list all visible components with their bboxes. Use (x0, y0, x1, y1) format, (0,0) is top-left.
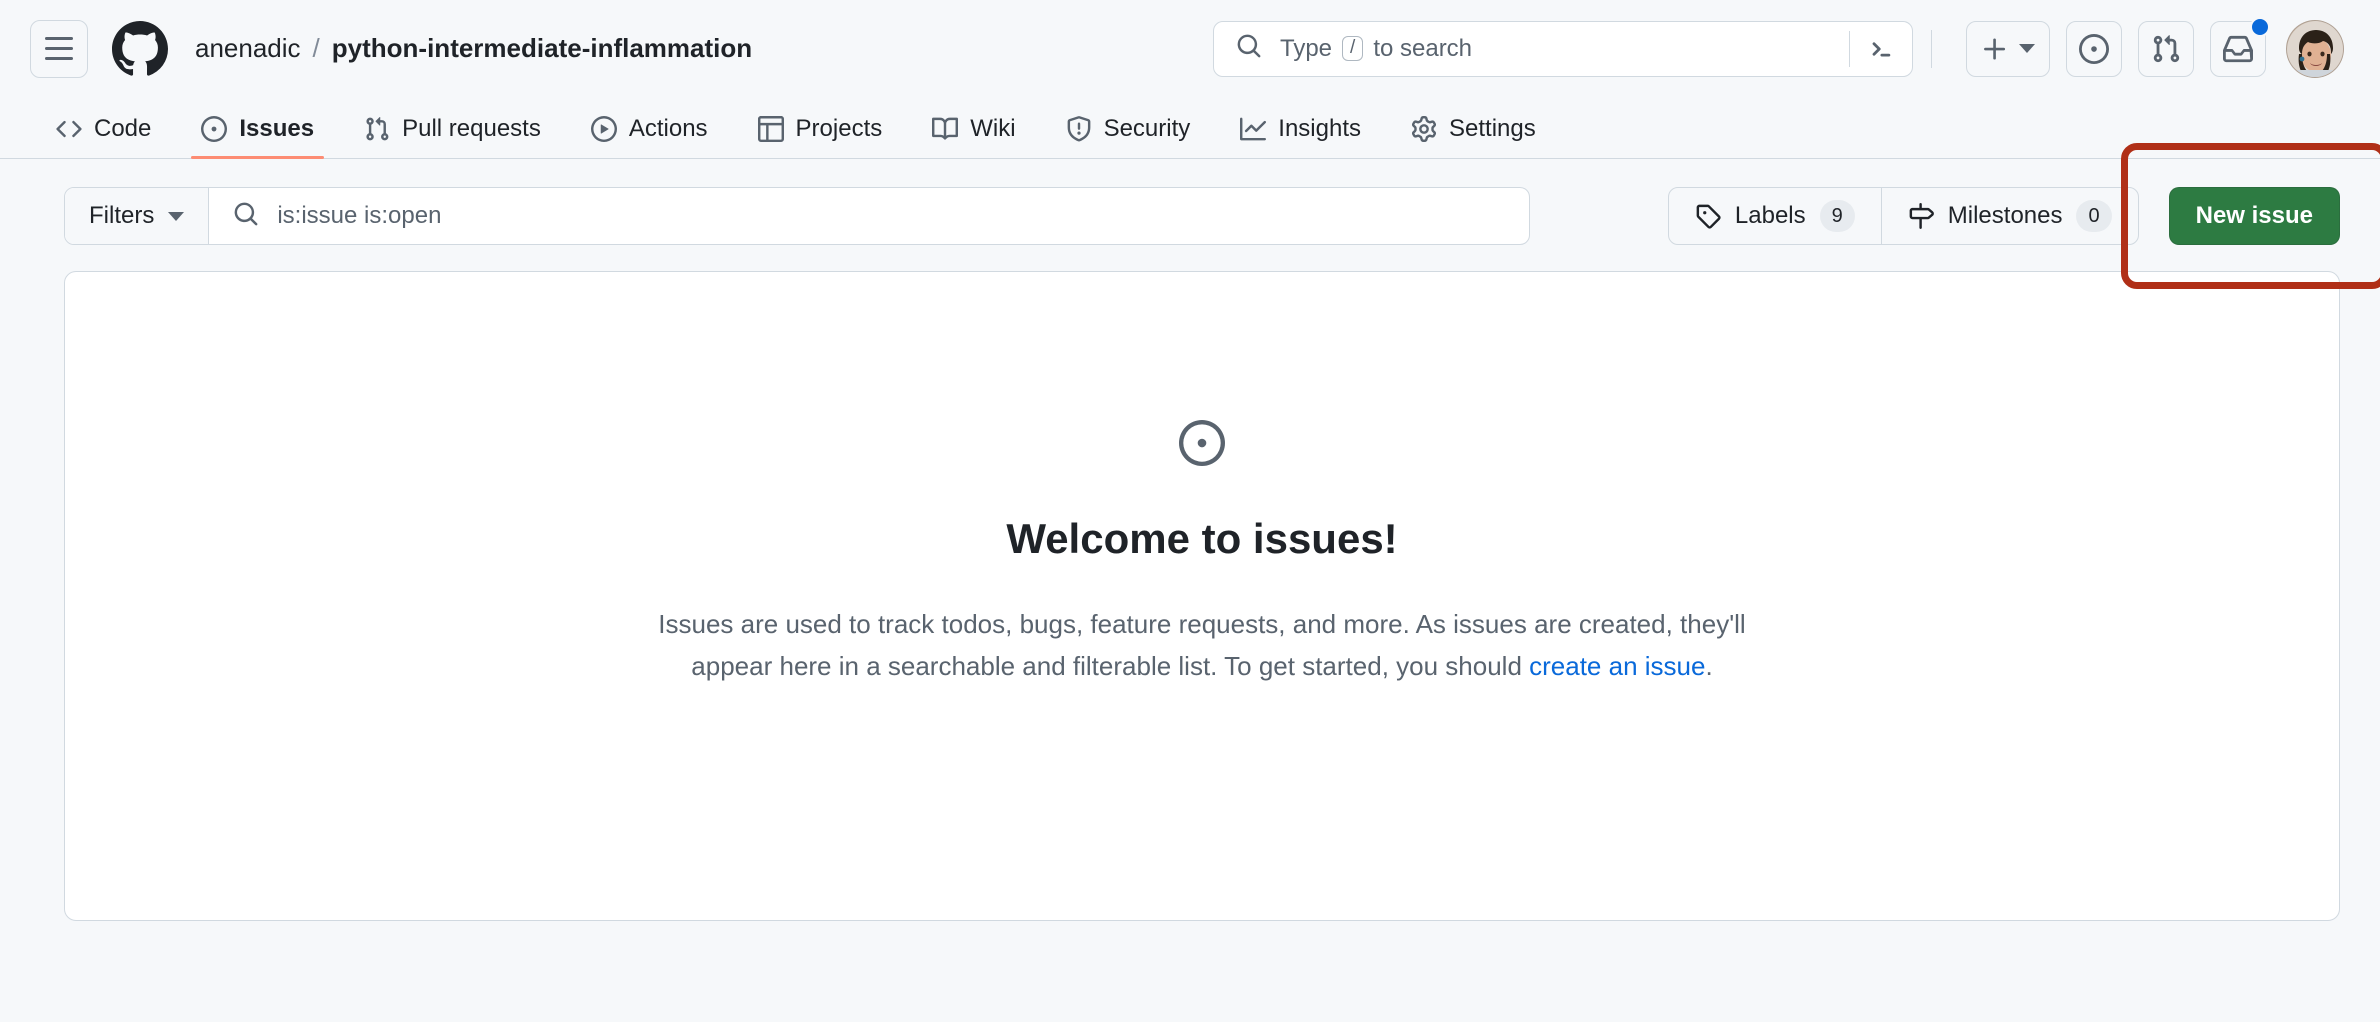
milestones-count: 0 (2076, 200, 2111, 232)
your-issues-button[interactable] (2066, 21, 2122, 77)
notification-unread-indicator (2250, 17, 2270, 37)
milestones-button[interactable]: Milestones 0 (1881, 188, 2138, 244)
avatar[interactable] (2286, 20, 2344, 78)
chevron-down-icon (168, 212, 184, 221)
filters-dropdown-button[interactable]: Filters (65, 188, 209, 244)
empty-state-line2-suffix: . (1705, 651, 1712, 681)
create-an-issue-link[interactable]: create an issue (1529, 651, 1705, 681)
new-issue-wrapper: New issue (2169, 187, 2340, 245)
issues-toolbar: Filters is:issue is:open Labels 9 (0, 159, 2380, 245)
git-pull-request-icon (2151, 34, 2181, 64)
code-icon (56, 116, 82, 142)
tab-insights[interactable]: Insights (1222, 115, 1379, 158)
labels-button[interactable]: Labels 9 (1669, 188, 1881, 244)
tab-projects[interactable]: Projects (740, 115, 901, 158)
hamburger-icon-bar (45, 47, 73, 50)
tab-wiki[interactable]: Wiki (914, 115, 1033, 158)
tab-code[interactable]: Code (38, 115, 169, 158)
search-icon (1236, 33, 1262, 64)
tab-label: Wiki (970, 115, 1015, 143)
repo-navigation: Code Issues Pull requests Actions Projec… (0, 97, 2380, 159)
inbox-icon (2223, 34, 2253, 64)
shield-icon (1066, 116, 1092, 142)
tab-label: Actions (629, 115, 708, 143)
labels-milestones-group: Labels 9 Milestones 0 (1668, 187, 2139, 245)
tab-label: Issues (239, 115, 314, 143)
new-issue-button[interactable]: New issue (2169, 187, 2340, 245)
play-icon (591, 116, 617, 142)
issue-opened-icon (201, 116, 227, 142)
milestone-icon (1908, 203, 1934, 229)
search-icon (233, 201, 259, 232)
tab-label: Pull requests (402, 115, 541, 143)
terminal-icon[interactable] (1849, 31, 1912, 67)
tab-pull-requests[interactable]: Pull requests (346, 115, 559, 158)
global-search-input[interactable]: Type / to search (1213, 21, 1913, 77)
header-divider (1931, 30, 1932, 68)
tab-security[interactable]: Security (1048, 115, 1209, 158)
table-icon (758, 116, 784, 142)
toolbar-right-actions: Labels 9 Milestones 0 New issue (1668, 187, 2340, 245)
page-title: Welcome to issues! (1006, 515, 1397, 563)
search-issues-value: is:issue is:open (277, 202, 441, 230)
search-issues-input[interactable]: is:issue is:open (209, 188, 1529, 244)
plus-icon (1981, 35, 2009, 63)
issue-opened-icon (1179, 420, 1225, 471)
breadcrumb-separator: / (313, 33, 320, 64)
global-nav-menu-button[interactable] (30, 20, 88, 78)
empty-state-line2-prefix: appear here in a searchable and filterab… (691, 651, 1529, 681)
tab-settings[interactable]: Settings (1393, 115, 1554, 158)
app-header: anenadic / python-intermediate-inflammat… (0, 0, 2380, 97)
empty-state-description: Issues are used to track todos, bugs, fe… (658, 603, 1745, 687)
header-actions: Type / to search (1213, 20, 2344, 78)
filters-label: Filters (89, 202, 154, 230)
tab-label: Code (94, 115, 151, 143)
tab-actions[interactable]: Actions (573, 115, 726, 158)
breadcrumb: anenadic / python-intermediate-inflammat… (195, 33, 752, 64)
slash-key-hint: / (1342, 36, 1363, 61)
hamburger-icon-bar (45, 57, 73, 60)
chevron-down-icon (2019, 44, 2035, 53)
labels-count: 9 (1820, 200, 1855, 232)
tab-label: Insights (1278, 115, 1361, 143)
hamburger-icon-bar (45, 37, 73, 40)
tag-icon (1695, 203, 1721, 229)
tab-label: Projects (796, 115, 883, 143)
labels-label: Labels (1735, 202, 1806, 230)
gear-icon (1411, 116, 1437, 142)
empty-state-line1: Issues are used to track todos, bugs, fe… (658, 609, 1745, 639)
issue-opened-icon (2079, 34, 2109, 64)
tab-label: Security (1104, 115, 1191, 143)
tab-label: Settings (1449, 115, 1536, 143)
tab-issues[interactable]: Issues (183, 115, 332, 158)
filter-search-group: Filters is:issue is:open (64, 187, 1530, 245)
github-logo[interactable] (112, 21, 168, 77)
breadcrumb-owner[interactable]: anenadic (195, 33, 301, 64)
breadcrumb-repo[interactable]: python-intermediate-inflammation (332, 33, 752, 64)
create-new-button[interactable] (1966, 21, 2050, 77)
book-icon (932, 116, 958, 142)
graph-icon (1240, 116, 1266, 142)
issues-empty-state-panel: Welcome to issues! Issues are used to tr… (64, 271, 2340, 921)
your-pull-requests-button[interactable] (2138, 21, 2194, 77)
milestones-label: Milestones (1948, 202, 2063, 230)
global-search-placeholder: Type / to search (1280, 35, 1472, 63)
notifications-button[interactable] (2210, 21, 2266, 77)
git-pull-request-icon (364, 116, 390, 142)
